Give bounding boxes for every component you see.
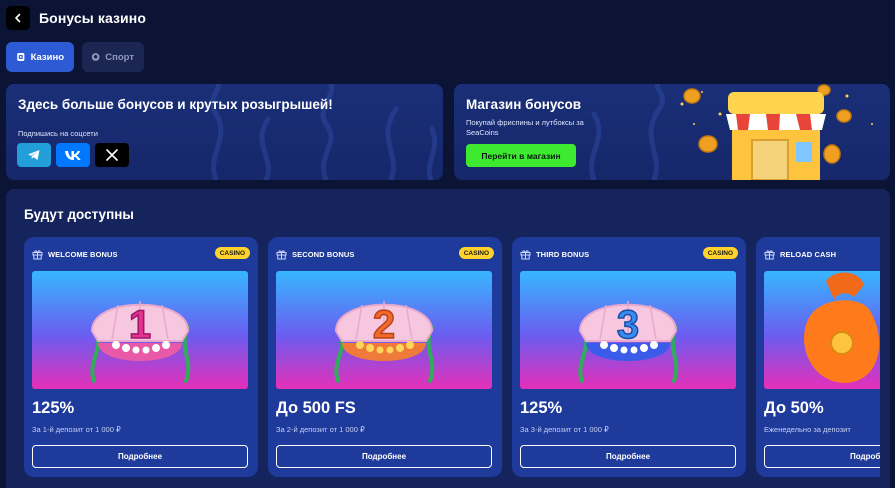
bonus-value: До 50%	[764, 399, 824, 417]
casino-badge: CASINO	[702, 247, 738, 259]
vk-icon	[65, 151, 81, 160]
tab-sport[interactable]: Спорт	[82, 42, 144, 72]
section-title: Будут доступны	[24, 207, 134, 222]
page-title: Бонусы казино	[39, 10, 146, 26]
gift-icon	[764, 249, 775, 259]
money-bag-illustration	[804, 272, 880, 383]
bonus-value: 125%	[32, 399, 75, 417]
shop-banner: Магазин бонусов Покупай фриспины и лутбо…	[454, 84, 890, 180]
page: Бонусы казино Казино Спорт Здесь больше …	[0, 0, 895, 488]
bonus-image: 1	[32, 271, 248, 389]
bonus-number: 1	[129, 303, 151, 347]
card-header: THIRD BONUS CASINO	[520, 247, 738, 261]
bonus-number: 2	[373, 303, 395, 347]
card-title: THIRD BONUS	[536, 249, 590, 259]
bonus-description: Еженедельно за депозит	[764, 425, 851, 434]
back-button[interactable]	[6, 6, 30, 30]
details-button[interactable]: Подробнее	[32, 445, 248, 468]
social-banner-heading: Здесь больше бонусов и крутых розыгрышей…	[18, 97, 333, 112]
bonus-cards: WELCOME BONUS CASINO 1 125% За 1-й депоз…	[24, 237, 880, 481]
bonus-value: До 500 FS	[276, 399, 356, 417]
ball-icon	[91, 53, 100, 61]
page-header: Бонусы казино	[6, 5, 146, 31]
details-button[interactable]: Подробнее	[276, 445, 492, 468]
telegram-icon	[28, 150, 40, 160]
tab-label: Спорт	[105, 51, 134, 63]
go-to-shop-button[interactable]: Перейти в магазин	[466, 144, 576, 167]
card-header: SECOND BONUS CASINO	[276, 247, 494, 261]
bonus-image: 2	[276, 271, 492, 389]
gift-icon	[520, 249, 531, 259]
bonus-card: SECOND BONUS CASINO 2 До 500 FS За 2-й д…	[268, 237, 502, 477]
x-icon	[106, 149, 118, 161]
bonus-card: THIRD BONUS CASINO 3 125% За 3-й депозит…	[512, 237, 746, 477]
details-button[interactable]: Подробнее	[764, 445, 880, 468]
social-banner: Здесь больше бонусов и крутых розыгрышей…	[6, 84, 443, 180]
casino-badge: CASINO	[458, 247, 494, 259]
tab-label: Казино	[30, 51, 64, 63]
x-button[interactable]	[95, 143, 129, 167]
vk-button[interactable]	[56, 143, 90, 167]
card-title: WELCOME BONUS	[48, 249, 118, 259]
chevron-left-icon	[15, 13, 21, 23]
card-header: WELCOME BONUS CASINO	[32, 247, 250, 261]
tab-casino[interactable]: Казино	[6, 42, 74, 72]
bonus-description: За 3-й депозит от 1 000 ₽	[520, 425, 609, 434]
shop-subtitle: Покупай фриспины и лутбоксы за SeaCoins	[466, 118, 584, 137]
shop-heading: Магазин бонусов	[466, 97, 582, 112]
gift-icon	[32, 249, 43, 259]
bonus-value: 125%	[520, 399, 563, 417]
gift-icon	[276, 249, 287, 259]
telegram-button[interactable]	[17, 143, 51, 167]
shell-illustration: 2	[334, 301, 435, 383]
bonus-number: 3	[617, 303, 639, 347]
shell-illustration: 1	[90, 301, 191, 383]
shell-illustration: 3	[578, 301, 679, 383]
card-title: SECOND BONUS	[292, 249, 355, 259]
bonus-description: За 1-й депозит от 1 000 ₽	[32, 425, 121, 434]
social-links	[17, 143, 129, 167]
bonus-image	[764, 271, 880, 389]
bonus-card: RELOAD CASH До 50% Еженедельно за депози…	[756, 237, 880, 477]
bonus-description: За 2-й депозит от 1 000 ₽	[276, 425, 365, 434]
casino-icon	[17, 53, 25, 61]
category-tabs: Казино Спорт	[6, 42, 144, 72]
bonus-card: WELCOME BONUS CASINO 1 125% За 1-й депоз…	[24, 237, 258, 477]
casino-badge: CASINO	[214, 247, 250, 259]
details-button[interactable]: Подробнее	[520, 445, 736, 468]
card-header: RELOAD CASH	[764, 247, 880, 261]
subscribe-label: Подпишись на соцсети	[18, 129, 98, 138]
shop-illustration	[680, 84, 873, 180]
bonuses-section: Будут доступны WELCOME BONUS CASINO 1 12…	[6, 189, 890, 488]
bonus-image: 3	[520, 271, 736, 389]
card-title: RELOAD CASH	[780, 249, 837, 259]
